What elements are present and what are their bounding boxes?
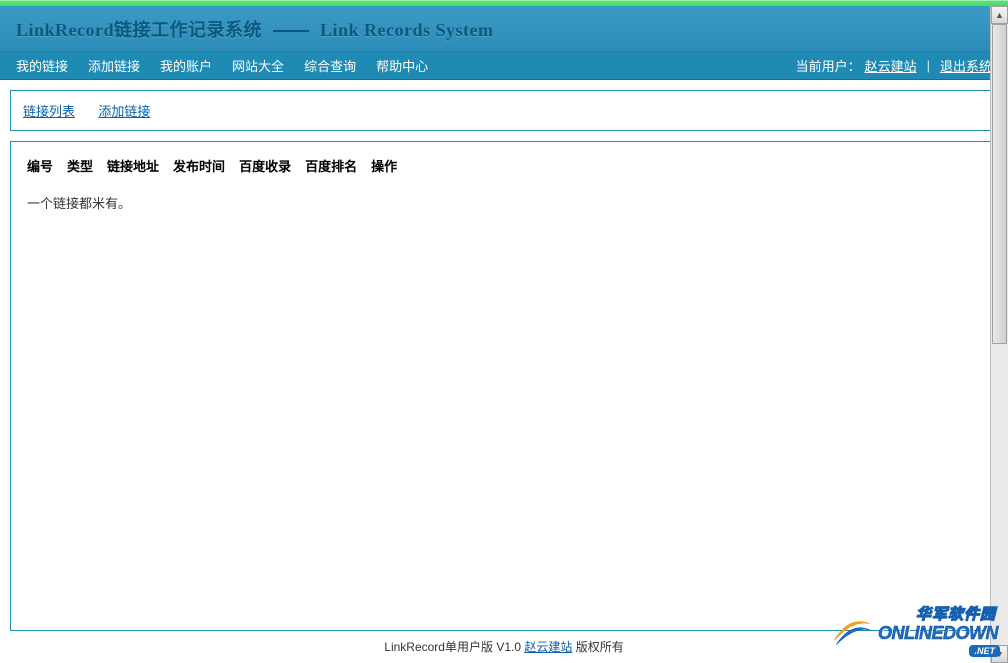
title-en: Link Records System xyxy=(320,20,494,40)
scroll-thumb[interactable] xyxy=(992,24,1007,344)
empty-state-message: 一个链接都米有。 xyxy=(27,193,981,212)
col-baidu-rank: 百度排名 xyxy=(305,156,357,175)
col-publish-time: 发布时间 xyxy=(173,156,225,175)
app-title: LinkRecord链接工作记录系统 Link Records System xyxy=(16,16,494,42)
nav-site-directory[interactable]: 网站大全 xyxy=(232,56,284,75)
footer: LinkRecord单用户版 V1.0 赵云建站 版权所有 xyxy=(0,638,1008,655)
title-cn: LinkRecord链接工作记录系统 xyxy=(16,20,262,40)
tab-link-list[interactable]: 链接列表 xyxy=(23,104,75,119)
nav-help-center[interactable]: 帮助中心 xyxy=(376,56,428,75)
col-url: 链接地址 xyxy=(107,156,159,175)
scroll-down-button[interactable]: ▼ xyxy=(991,645,1008,663)
nav-my-account[interactable]: 我的账户 xyxy=(160,56,212,75)
links-table-box: 编号 类型 链接地址 发布时间 百度收录 百度排名 操作 一个链接都米有。 xyxy=(10,141,998,631)
tab-add-link[interactable]: 添加链接 xyxy=(98,104,150,119)
app-window: LinkRecord链接工作记录系统 Link Records System 我… xyxy=(0,0,1008,663)
nav-bar: 我的链接 添加链接 我的账户 网站大全 综合查询 帮助中心 当前用户： 赵云建站… xyxy=(0,52,1008,80)
nav-separator: | xyxy=(927,58,930,73)
footer-prefix: LinkRecord单用户版 V1.0 xyxy=(384,640,524,654)
col-type: 类型 xyxy=(67,156,93,175)
logout-link[interactable]: 退出系统 xyxy=(940,56,992,75)
col-id: 编号 xyxy=(27,156,53,175)
table-header-row: 编号 类型 链接地址 发布时间 百度收录 百度排名 操作 xyxy=(27,156,981,175)
scroll-up-button[interactable]: ▲ xyxy=(991,6,1008,24)
nav-add-link[interactable]: 添加链接 xyxy=(88,56,140,75)
nav-left: 我的链接 添加链接 我的账户 网站大全 综合查询 帮助中心 xyxy=(16,56,428,75)
col-actions: 操作 xyxy=(371,156,397,175)
sub-tab-box: 链接列表 添加链接 xyxy=(10,90,998,131)
title-separator xyxy=(273,30,309,32)
current-user-label: 当前用户： xyxy=(796,56,861,75)
content-area: 链接列表 添加链接 编号 类型 链接地址 发布时间 百度收录 百度排名 操作 一… xyxy=(0,80,1008,634)
current-user-link[interactable]: 赵云建站 xyxy=(865,56,917,75)
footer-suffix: 版权所有 xyxy=(576,640,624,654)
scroll-track[interactable] xyxy=(991,24,1008,645)
nav-right: 当前用户： 赵云建站 | 退出系统 xyxy=(796,56,992,75)
nav-comprehensive-query[interactable]: 综合查询 xyxy=(304,56,356,75)
nav-my-links[interactable]: 我的链接 xyxy=(16,56,68,75)
footer-author-link[interactable]: 赵云建站 xyxy=(524,640,572,654)
vertical-scrollbar[interactable]: ▲ ▼ xyxy=(990,6,1008,663)
col-baidu-index: 百度收录 xyxy=(239,156,291,175)
header-bar: LinkRecord链接工作记录系统 Link Records System xyxy=(0,6,1008,52)
